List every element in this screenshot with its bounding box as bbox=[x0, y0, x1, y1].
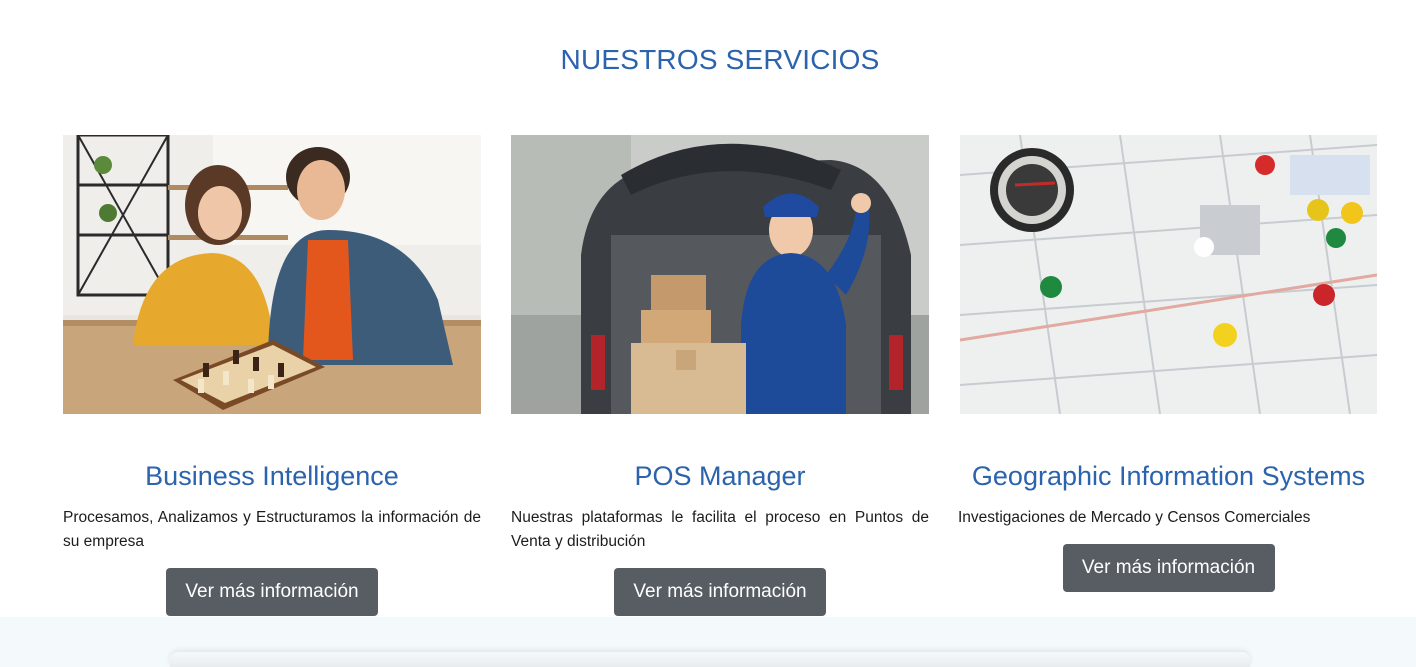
service-card-business-intelligence: Business Intelligence Procesamos, Analiz… bbox=[63, 135, 481, 616]
service-card-pos-manager: POS Manager Nuestras plataformas le faci… bbox=[511, 135, 929, 616]
section-title: NUESTROS SERVICIOS bbox=[560, 44, 880, 75]
services-section: NUESTROS SERVICIOS Business Intelligence… bbox=[0, 0, 1416, 667]
service-image-chess-couple bbox=[63, 135, 481, 414]
more-info-button[interactable]: Ver más información bbox=[166, 568, 378, 616]
floating-panel-edge bbox=[170, 652, 1250, 667]
service-description: Nuestras plataformas le facilita el proc… bbox=[511, 509, 929, 550]
service-description: Investigaciones de Mercado y Censos Come… bbox=[958, 509, 1311, 526]
more-info-button[interactable]: Ver más información bbox=[614, 568, 826, 616]
service-image-map-pins bbox=[960, 135, 1377, 414]
service-title: Business Intelligence bbox=[145, 461, 399, 491]
service-title: POS Manager bbox=[634, 461, 806, 491]
service-image-delivery-woman bbox=[511, 135, 929, 414]
more-info-button[interactable]: Ver más información bbox=[1062, 544, 1275, 592]
service-title: Geographic Information Systems bbox=[971, 461, 1366, 491]
service-description: Procesamos, Analizamos y Estructuramos l… bbox=[63, 509, 481, 550]
service-card-gis: Geographic Information Systems Investiga… bbox=[958, 135, 1377, 592]
